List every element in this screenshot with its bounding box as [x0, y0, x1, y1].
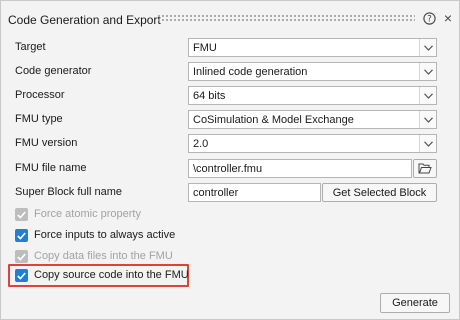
fmu-file-name-input[interactable]: \controller.fmu: [188, 159, 412, 178]
get-selected-block-button[interactable]: Get Selected Block: [322, 183, 437, 202]
folder-open-icon: [418, 163, 432, 174]
fmu-version-value: 2.0: [193, 138, 209, 150]
processor-dropdown[interactable]: 64 bits: [188, 86, 437, 105]
copy-data-files-checkbox: [15, 250, 28, 263]
target-value: FMU: [193, 42, 217, 54]
fmu-file-name-label: FMU file name: [15, 162, 87, 174]
super-block-label: Super Block full name: [15, 186, 122, 198]
close-icon[interactable]: ×: [441, 10, 455, 26]
drag-grip-handle[interactable]: [157, 14, 415, 22]
checkmark-icon: [17, 231, 26, 240]
fmu-version-dropdown[interactable]: 2.0: [188, 134, 437, 153]
chevron-down-icon[interactable]: [419, 111, 436, 128]
copy-source-code-checkbox[interactable]: [15, 269, 28, 282]
panel-titlebar[interactable]: Code Generation and Export ? ×: [1, 1, 459, 35]
target-label: Target: [15, 41, 46, 53]
generate-button[interactable]: Generate: [380, 293, 450, 313]
target-dropdown[interactable]: FMU: [188, 38, 437, 57]
force-atomic-label: Force atomic property: [34, 208, 141, 220]
checkmark-icon: [17, 210, 26, 219]
panel-title: Code Generation and Export: [8, 13, 161, 27]
help-glyph: ?: [427, 14, 432, 24]
help-icon[interactable]: ?: [422, 11, 436, 25]
processor-label: Processor: [15, 89, 65, 101]
code-generation-panel: Code Generation and Export ? × Target FM…: [0, 0, 460, 320]
code-generator-label: Code generator: [15, 65, 92, 77]
checkmark-icon: [17, 252, 26, 261]
fmu-version-label: FMU version: [15, 137, 78, 149]
force-atomic-checkbox: [15, 208, 28, 221]
code-generator-value: Inlined code generation: [193, 66, 308, 78]
chevron-down-icon[interactable]: [419, 39, 436, 56]
fmu-type-dropdown[interactable]: CoSimulation & Model Exchange: [188, 110, 437, 129]
copy-data-files-label: Copy data files into the FMU: [34, 250, 173, 262]
code-generator-dropdown[interactable]: Inlined code generation: [188, 62, 437, 81]
copy-source-code-label[interactable]: Copy source code into the FMU: [34, 269, 189, 281]
chevron-down-icon[interactable]: [419, 63, 436, 80]
fmu-file-name-value: \controller.fmu: [193, 163, 263, 175]
super-block-input[interactable]: controller: [188, 183, 321, 202]
checkmark-icon: [17, 271, 26, 280]
fmu-type-value: CoSimulation & Model Exchange: [193, 114, 354, 126]
browse-button[interactable]: [413, 159, 437, 178]
force-inputs-label[interactable]: Force inputs to always active: [34, 229, 175, 241]
processor-value: 64 bits: [193, 90, 226, 102]
chevron-down-icon[interactable]: [419, 135, 436, 152]
chevron-down-icon[interactable]: [419, 87, 436, 104]
fmu-type-label: FMU type: [15, 113, 63, 125]
super-block-value: controller: [193, 187, 239, 199]
force-inputs-checkbox[interactable]: [15, 229, 28, 242]
